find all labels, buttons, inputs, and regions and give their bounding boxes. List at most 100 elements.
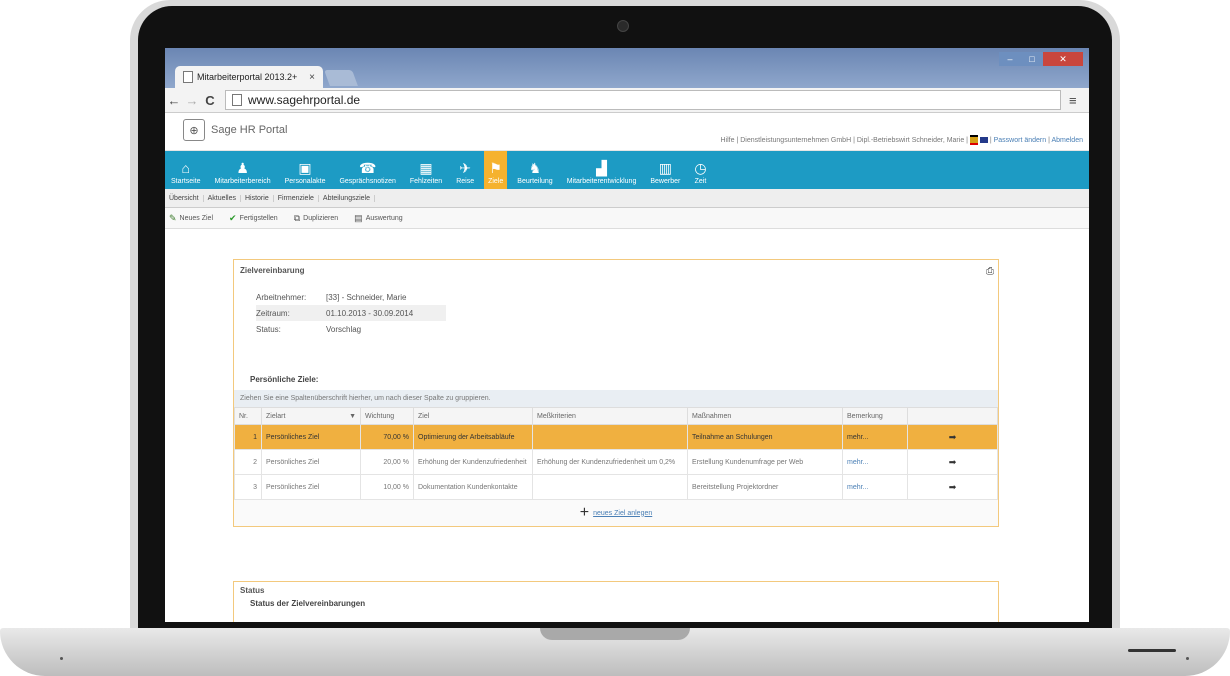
row-number: 1: [234, 424, 262, 450]
laptop-notch: [540, 628, 690, 640]
globe-icon: ⊕: [183, 119, 205, 141]
employee-value: [33] - Schneider, Marie: [326, 292, 407, 302]
english-flag-icon[interactable]: [979, 137, 988, 143]
add-goal-link[interactable]: neues Ziel anlegen: [593, 510, 652, 517]
goal-type: Persönliches Ziel: [261, 449, 361, 475]
panel-title: Zielvereinbarung: [240, 266, 305, 275]
table-row[interactable]: 3 Persönliches Ziel 10,00 % Dokumentation K…: [234, 474, 998, 500]
maximize-button[interactable]: □: [1021, 52, 1043, 66]
finish-button[interactable]: ✔ Fertigstellen: [229, 213, 286, 224]
window-controls: – □ ✕: [999, 52, 1083, 66]
open-arrow-icon[interactable]: ➡: [907, 424, 998, 450]
new-tab-button[interactable]: [324, 70, 358, 86]
logout-link[interactable]: Abmelden: [1051, 137, 1083, 144]
url-text: www.sagehrportal.de: [248, 93, 361, 107]
column-header[interactable]: Wichtung: [360, 407, 414, 425]
weight: 20,00 %: [360, 449, 414, 475]
nav-icon: ▥: [658, 160, 672, 176]
period-row: Zeitraum: 01.10.2013 - 30.09.2014: [256, 305, 446, 321]
company-name: Dienstleistungsunternehmen GmbH: [740, 136, 852, 144]
main-navigation: ⌂ Startseite ♟ Mitarbeiterbereich ▣ Personala…: [165, 151, 1089, 189]
tab-title: Mitarbeiterportal 2013.2+: [197, 72, 298, 82]
close-window-button[interactable]: ✕: [1043, 52, 1083, 66]
criteria: [532, 474, 688, 500]
portal-header: ⊕ Sage HR Portal Hilfe | Dienstleistungs…: [165, 113, 1089, 151]
nav-item-personalakte[interactable]: ▣ Personalakte: [281, 151, 330, 189]
agreement-info: Arbeitnehmer: [33] - Schneider, Marie Ze…: [256, 289, 998, 337]
subnav-tab[interactable]: Abteilungsziele: [319, 194, 375, 202]
help-link[interactable]: Hilfe: [721, 137, 735, 144]
nav-item-fehlzeiten[interactable]: ▦ Fehlzeiten: [406, 151, 446, 189]
column-header[interactable]: Zielart ▼: [261, 407, 361, 425]
nav-item-reise[interactable]: ✈ Reise: [452, 151, 478, 189]
url-input[interactable]: www.sagehrportal.de: [225, 90, 1061, 110]
nav-label: Gesprächsnotizen: [339, 178, 396, 185]
browser-menu-icon[interactable]: ≡: [1069, 93, 1085, 108]
tab-close-icon[interactable]: ×: [309, 72, 315, 83]
german-flag-icon[interactable]: [969, 135, 978, 145]
evaluation-button[interactable]: ▤ Auswertung: [354, 213, 410, 224]
nav-label: Reise: [456, 178, 475, 185]
column-header[interactable]: Nr.: [234, 407, 262, 425]
nav-item-bewerber[interactable]: ▥ Bewerber: [646, 151, 684, 189]
goal-type: Persönliches Ziel: [261, 424, 361, 450]
printer-icon[interactable]: ⎙: [986, 266, 994, 277]
reload-icon[interactable]: C: [201, 93, 219, 108]
period-label: Zeitraum:: [256, 308, 290, 318]
nav-icon: ◷: [694, 160, 707, 176]
open-arrow-icon[interactable]: ➡: [907, 449, 998, 475]
forward-icon[interactable]: →: [183, 93, 201, 108]
table-row[interactable]: 2 Persönliches Ziel 20,00 % Erhöhung der Ku…: [234, 449, 998, 475]
nav-label: Personalakte: [284, 178, 326, 185]
column-header[interactable]: Maßnahmen: [687, 407, 843, 425]
nav-item-gesprächsnotizen[interactable]: ☎ Gesprächsnotizen: [335, 151, 399, 189]
remark-link[interactable]: mehr...: [842, 449, 908, 475]
nav-label: Beurteilung: [517, 178, 553, 185]
nav-label: Zeit: [694, 178, 707, 185]
nav-label: Startseite: [171, 178, 201, 185]
goal: Erhöhung der Kundenzufriedenheit: [413, 449, 533, 475]
subnav-tab[interactable]: Übersicht: [165, 194, 204, 202]
remark-link[interactable]: mehr...: [842, 424, 908, 450]
nav-label: Bewerber: [650, 178, 681, 185]
weight: 70,00 %: [360, 424, 414, 450]
nav-item-mitarbeiterbereich[interactable]: ♟ Mitarbeiterbereich: [211, 151, 275, 189]
goal-type: Persönliches Ziel: [261, 474, 361, 500]
open-arrow-icon[interactable]: ➡: [907, 474, 998, 500]
column-header[interactable]: Meßkriterien: [532, 407, 688, 425]
nav-item-ziele[interactable]: ⚑ Ziele: [484, 151, 508, 189]
nav-item-mitarbeiterentwicklung[interactable]: ▟ Mitarbeiterentwicklung: [563, 151, 641, 189]
nav-item-zeit[interactable]: ◷ Zeit: [690, 151, 710, 189]
nav-label: Fehlzeiten: [409, 178, 443, 185]
plus-icon[interactable]: +: [580, 504, 589, 522]
back-icon[interactable]: ←: [165, 93, 183, 108]
nav-item-beurteilung[interactable]: ♞ Beurteilung: [513, 151, 556, 189]
user-name: Dipl.-Betriebswirt Schneider, Marie: [856, 136, 965, 144]
column-header[interactable]: Ziel: [413, 407, 533, 425]
column-header[interactable]: Bemerkung: [842, 407, 908, 425]
minimize-button[interactable]: –: [999, 52, 1021, 66]
duplicate-button[interactable]: ⧉ Duplizieren: [294, 213, 346, 224]
subnav-tab[interactable]: Aktuelles: [204, 194, 241, 202]
status-panel: Status Status der Zielvereinbarungen: [233, 581, 999, 622]
table-row[interactable]: 1 Persönliches Ziel 70,00 % Optimierung der…: [234, 424, 998, 450]
screen: Mitarbeiterportal 2013.2+ × – □ ✕ ← → C …: [165, 48, 1089, 622]
base-dot: [60, 657, 63, 660]
status-row: Status: Vorschlag: [256, 321, 998, 337]
camera: [617, 20, 629, 32]
portal-logo-text: Sage HR Portal: [211, 124, 288, 136]
group-by-hint[interactable]: Ziehen Sie eine Spaltenüberschrift hierh…: [234, 390, 998, 407]
change-password-link[interactable]: Passwort ändern: [994, 137, 1047, 144]
browser-tab[interactable]: Mitarbeiterportal 2013.2+ ×: [175, 66, 323, 88]
nav-item-startseite[interactable]: ⌂ Startseite: [167, 151, 205, 189]
subnav-tab[interactable]: Firmenziele: [274, 194, 319, 202]
subnav-tab[interactable]: Historie: [241, 194, 274, 202]
status-label: Status:: [256, 324, 281, 334]
goal-agreement-panel: Zielvereinbarung ⎙ Arbeitnehmer: [33] - …: [233, 259, 999, 527]
nav-icon: ▦: [419, 160, 433, 176]
filter-dropdown-icon[interactable]: ▼: [349, 413, 356, 420]
remark-link[interactable]: mehr...: [842, 474, 908, 500]
new-goal-button[interactable]: ✎ Neues Ziel: [169, 213, 221, 224]
measures: Erstellung Kundenumfrage per Web: [687, 449, 843, 475]
column-header-label: Zielart: [266, 412, 286, 420]
